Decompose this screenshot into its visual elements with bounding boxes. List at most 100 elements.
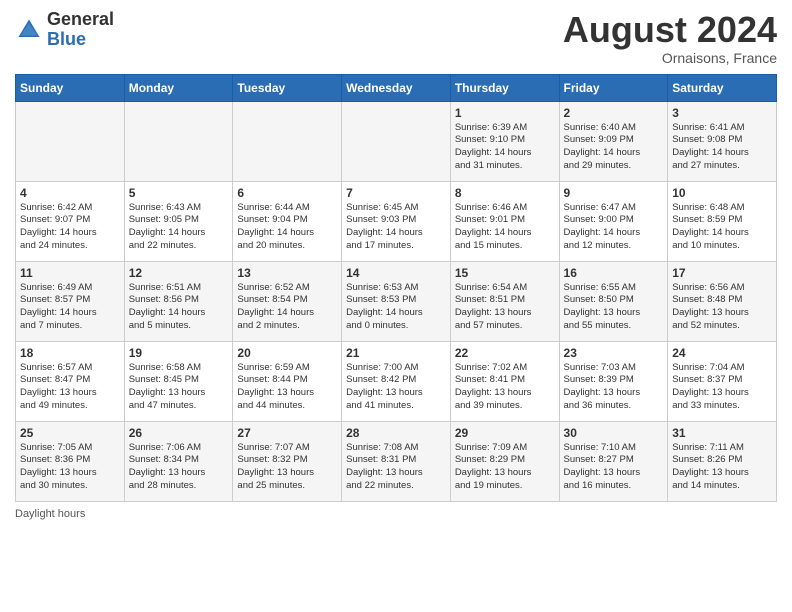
- day-number: 23: [564, 346, 664, 360]
- calendar-cell: 4 Sunrise: 6:42 AM Sunset: 9:07 PM Daylig…: [16, 181, 125, 261]
- day-info: Sunrise: 6:57 AM Sunset: 8:47 PM Dayligh…: [20, 362, 120, 413]
- calendar-cell: [233, 101, 342, 181]
- title-block: August 2024 Ornaisons, France: [563, 10, 777, 66]
- calendar-cell: 2 Sunrise: 6:40 AM Sunset: 9:09 PM Daylig…: [559, 101, 668, 181]
- calendar-cell: 22Sunrise: 7:02 AM Sunset: 8:41 PM Dayli…: [450, 341, 559, 421]
- header-day-sunday: Sunday: [16, 74, 125, 101]
- header-day-tuesday: Tuesday: [233, 74, 342, 101]
- calendar-cell: 8 Sunrise: 6:46 AM Sunset: 9:01 PM Daylig…: [450, 181, 559, 261]
- day-number: 24: [672, 346, 772, 360]
- day-number: 6: [237, 186, 337, 200]
- calendar-cell: 26 Sunrise: 7:06 AM Sunset: 8:34 PM Dayli…: [124, 421, 233, 501]
- calendar-cell: 6 Sunrise: 6:44 AM Sunset: 9:04 PM Daylig…: [233, 181, 342, 261]
- calendar-table: SundayMondayTuesdayWednesdayThursdayFrid…: [15, 74, 777, 502]
- calendar-cell: 23 Sunrise: 7:03 AM Sunset: 8:39 PM Dayli…: [559, 341, 668, 421]
- day-number: 13: [237, 266, 337, 280]
- calendar-header: SundayMondayTuesdayWednesdayThursdayFrid…: [16, 74, 777, 101]
- day-number: 31: [672, 426, 772, 440]
- day-number: 4: [20, 186, 120, 200]
- day-info: Sunrise: 6:47 AM Sunset: 9:00 PM Dayligh…: [564, 202, 664, 253]
- header-day-friday: Friday: [559, 74, 668, 101]
- calendar-cell: 11 Sunrise: 6:49 AM Sunset: 8:57 PM Dayli…: [16, 261, 125, 341]
- page-header: General Blue August 2024 Ornaisons, Fran…: [15, 10, 777, 66]
- header-row: SundayMondayTuesdayWednesdayThursdayFrid…: [16, 74, 777, 101]
- day-info: Sunrise: 7:04 AM Sunset: 8:37 PM Dayligh…: [672, 362, 772, 413]
- calendar-body: 1Sunrise: 6:39 AM Sunset: 9:10 PM Daylig…: [16, 101, 777, 501]
- calendar-cell: [342, 101, 451, 181]
- week-row-5: 25 Sunrise: 7:05 AM Sunset: 8:36 PM Dayli…: [16, 421, 777, 501]
- day-number: 26: [129, 426, 229, 440]
- calendar-cell: 9Sunrise: 6:47 AM Sunset: 9:00 PM Daylig…: [559, 181, 668, 261]
- day-number: 17: [672, 266, 772, 280]
- day-info: Sunrise: 6:51 AM Sunset: 8:56 PM Dayligh…: [129, 282, 229, 333]
- day-number: 18: [20, 346, 120, 360]
- logo-general: General: [47, 10, 114, 30]
- day-number: 2: [564, 106, 664, 120]
- daylight-label: Daylight hours: [15, 508, 85, 520]
- calendar-cell: 18 Sunrise: 6:57 AM Sunset: 8:47 PM Dayli…: [16, 341, 125, 421]
- day-number: 16: [564, 266, 664, 280]
- day-number: 12: [129, 266, 229, 280]
- week-row-2: 4 Sunrise: 6:42 AM Sunset: 9:07 PM Daylig…: [16, 181, 777, 261]
- day-number: 10: [672, 186, 772, 200]
- calendar-cell: 19Sunrise: 6:58 AM Sunset: 8:45 PM Dayli…: [124, 341, 233, 421]
- calendar-cell: 30Sunrise: 7:10 AM Sunset: 8:27 PM Dayli…: [559, 421, 668, 501]
- day-info: Sunrise: 7:03 AM Sunset: 8:39 PM Dayligh…: [564, 362, 664, 413]
- calendar-cell: 13 Sunrise: 6:52 AM Sunset: 8:54 PM Dayli…: [233, 261, 342, 341]
- day-info: Sunrise: 7:02 AM Sunset: 8:41 PM Dayligh…: [455, 362, 555, 413]
- day-info: Sunrise: 6:54 AM Sunset: 8:51 PM Dayligh…: [455, 282, 555, 333]
- day-info: Sunrise: 6:46 AM Sunset: 9:01 PM Dayligh…: [455, 202, 555, 253]
- calendar-cell: 3Sunrise: 6:41 AM Sunset: 9:08 PM Daylig…: [668, 101, 777, 181]
- day-info: Sunrise: 6:56 AM Sunset: 8:48 PM Dayligh…: [672, 282, 772, 333]
- day-number: 1: [455, 106, 555, 120]
- calendar-cell: 5Sunrise: 6:43 AM Sunset: 9:05 PM Daylig…: [124, 181, 233, 261]
- day-info: Sunrise: 6:48 AM Sunset: 8:59 PM Dayligh…: [672, 202, 772, 253]
- day-number: 11: [20, 266, 120, 280]
- day-info: Sunrise: 6:52 AM Sunset: 8:54 PM Dayligh…: [237, 282, 337, 333]
- day-info: Sunrise: 6:41 AM Sunset: 9:08 PM Dayligh…: [672, 122, 772, 173]
- calendar-cell: 29Sunrise: 7:09 AM Sunset: 8:29 PM Dayli…: [450, 421, 559, 501]
- day-info: Sunrise: 7:06 AM Sunset: 8:34 PM Dayligh…: [129, 442, 229, 493]
- calendar-cell: 12 Sunrise: 6:51 AM Sunset: 8:56 PM Dayli…: [124, 261, 233, 341]
- day-info: Sunrise: 6:42 AM Sunset: 9:07 PM Dayligh…: [20, 202, 120, 253]
- main-title: August 2024: [563, 10, 777, 50]
- day-info: Sunrise: 6:55 AM Sunset: 8:50 PM Dayligh…: [564, 282, 664, 333]
- day-info: Sunrise: 6:43 AM Sunset: 9:05 PM Dayligh…: [129, 202, 229, 253]
- subtitle: Ornaisons, France: [563, 50, 777, 66]
- calendar-cell: 15Sunrise: 6:54 AM Sunset: 8:51 PM Dayli…: [450, 261, 559, 341]
- header-day-saturday: Saturday: [668, 74, 777, 101]
- logo-blue: Blue: [47, 30, 114, 50]
- day-number: 29: [455, 426, 555, 440]
- day-info: Sunrise: 6:40 AM Sunset: 9:09 PM Dayligh…: [564, 122, 664, 173]
- calendar-cell: 14 Sunrise: 6:53 AM Sunset: 8:53 PM Dayli…: [342, 261, 451, 341]
- day-number: 8: [455, 186, 555, 200]
- day-number: 14: [346, 266, 446, 280]
- calendar-cell: [16, 101, 125, 181]
- day-info: Sunrise: 7:11 AM Sunset: 8:26 PM Dayligh…: [672, 442, 772, 493]
- logo-icon: [15, 16, 43, 44]
- week-row-4: 18 Sunrise: 6:57 AM Sunset: 8:47 PM Dayli…: [16, 341, 777, 421]
- week-row-1: 1Sunrise: 6:39 AM Sunset: 9:10 PM Daylig…: [16, 101, 777, 181]
- week-row-3: 11 Sunrise: 6:49 AM Sunset: 8:57 PM Dayli…: [16, 261, 777, 341]
- day-number: 28: [346, 426, 446, 440]
- header-day-wednesday: Wednesday: [342, 74, 451, 101]
- day-number: 27: [237, 426, 337, 440]
- calendar-cell: 20Sunrise: 6:59 AM Sunset: 8:44 PM Dayli…: [233, 341, 342, 421]
- header-day-thursday: Thursday: [450, 74, 559, 101]
- calendar-cell: 21Sunrise: 7:00 AM Sunset: 8:42 PM Dayli…: [342, 341, 451, 421]
- day-info: Sunrise: 6:44 AM Sunset: 9:04 PM Dayligh…: [237, 202, 337, 253]
- day-number: 20: [237, 346, 337, 360]
- footer: Daylight hours: [15, 508, 777, 520]
- calendar-cell: 31 Sunrise: 7:11 AM Sunset: 8:26 PM Dayli…: [668, 421, 777, 501]
- calendar-cell: 10 Sunrise: 6:48 AM Sunset: 8:59 PM Dayli…: [668, 181, 777, 261]
- day-number: 25: [20, 426, 120, 440]
- day-info: Sunrise: 6:53 AM Sunset: 8:53 PM Dayligh…: [346, 282, 446, 333]
- calendar-cell: 1Sunrise: 6:39 AM Sunset: 9:10 PM Daylig…: [450, 101, 559, 181]
- day-info: Sunrise: 6:49 AM Sunset: 8:57 PM Dayligh…: [20, 282, 120, 333]
- day-number: 7: [346, 186, 446, 200]
- calendar-cell: 24 Sunrise: 7:04 AM Sunset: 8:37 PM Dayli…: [668, 341, 777, 421]
- calendar-cell: 27Sunrise: 7:07 AM Sunset: 8:32 PM Dayli…: [233, 421, 342, 501]
- day-info: Sunrise: 7:05 AM Sunset: 8:36 PM Dayligh…: [20, 442, 120, 493]
- calendar-cell: 7Sunrise: 6:45 AM Sunset: 9:03 PM Daylig…: [342, 181, 451, 261]
- logo-text: General Blue: [47, 10, 114, 50]
